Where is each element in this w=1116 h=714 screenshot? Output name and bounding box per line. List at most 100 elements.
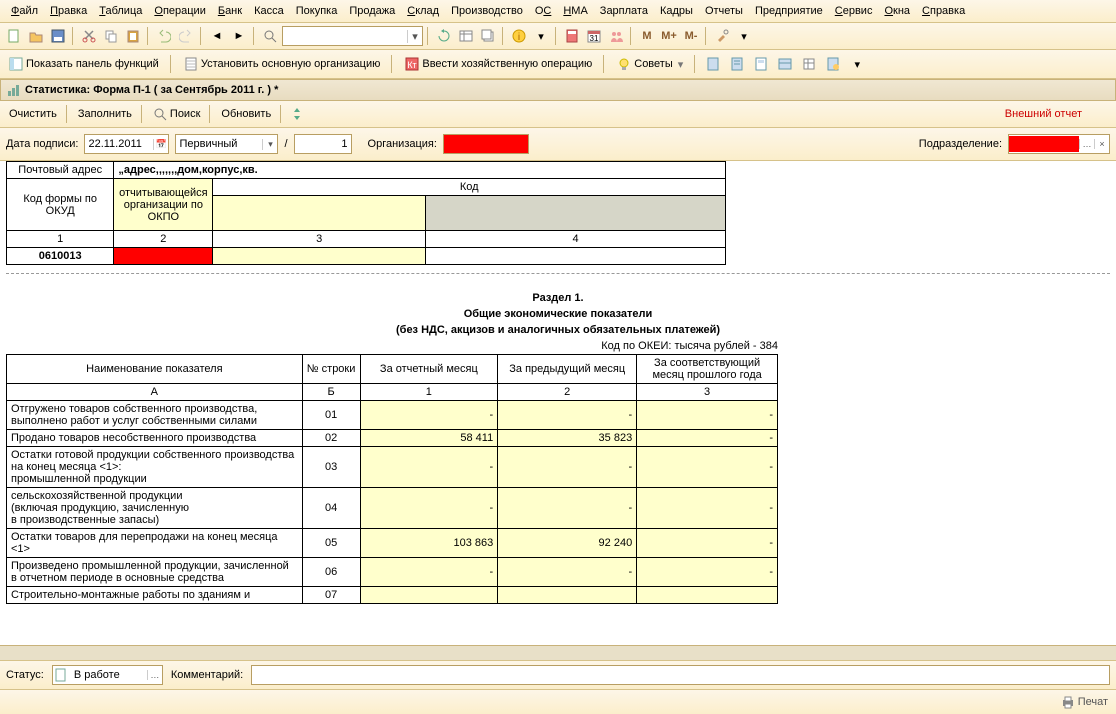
dept-field[interactable]: … × <box>1008 134 1110 154</box>
m-minus-button[interactable]: M- <box>681 26 701 46</box>
search-input[interactable] <box>283 28 407 44</box>
menu-item[interactable]: Правка <box>45 4 92 18</box>
value-cell[interactable]: 58 411 <box>360 430 498 447</box>
status-field[interactable]: … <box>52 665 163 685</box>
copy-form-icon[interactable] <box>478 26 498 46</box>
calc-icon[interactable] <box>562 26 582 46</box>
number-field[interactable] <box>294 134 352 154</box>
value-cell[interactable]: - <box>360 558 498 587</box>
value-cell[interactable]: - <box>498 447 637 488</box>
report-icon-4[interactable] <box>775 54 795 74</box>
tools-icon[interactable] <box>712 26 732 46</box>
show-functions-panel-button[interactable]: Показать панель функций <box>4 55 164 73</box>
more-icon[interactable]: … <box>147 670 162 680</box>
menu-item[interactable]: Касса <box>249 4 289 18</box>
paste-icon[interactable] <box>123 26 143 46</box>
undo-icon[interactable] <box>154 26 174 46</box>
new-doc-icon[interactable] <box>4 26 24 46</box>
chevron-down-icon[interactable]: ▾ <box>407 30 422 43</box>
org-field[interactable] <box>443 134 529 154</box>
value-cell[interactable] <box>360 587 498 604</box>
menu-item[interactable]: Таблица <box>94 4 147 18</box>
tips-button[interactable]: Советы ▾ <box>612 55 688 73</box>
value-cell[interactable]: - <box>360 488 498 529</box>
value-cell[interactable]: - <box>637 488 778 529</box>
date-field[interactable]: 📅 <box>84 134 169 154</box>
open-icon[interactable] <box>26 26 46 46</box>
code-cell-3[interactable] <box>213 196 426 231</box>
report-icon-6[interactable] <box>823 54 843 74</box>
search-button[interactable]: Поиск <box>148 105 205 123</box>
value-cell[interactable]: - <box>637 430 778 447</box>
menu-item[interactable]: Кадры <box>655 4 698 18</box>
report-icon-1[interactable] <box>703 54 723 74</box>
value-cell[interactable]: - <box>637 529 778 558</box>
value-cell-4[interactable] <box>426 248 726 265</box>
value-cell[interactable]: - <box>498 488 637 529</box>
number-input[interactable] <box>295 136 351 152</box>
menu-item[interactable]: Покупка <box>291 4 343 18</box>
more-icon[interactable]: … <box>1079 139 1094 149</box>
search-combo[interactable]: ▾ <box>282 26 423 46</box>
form-icon[interactable] <box>456 26 476 46</box>
save-icon[interactable] <box>48 26 68 46</box>
value-cell[interactable]: 92 240 <box>498 529 637 558</box>
m-button[interactable]: M <box>637 26 657 46</box>
type-field[interactable]: ▾ <box>175 134 278 154</box>
menu-item[interactable]: Банк <box>213 4 247 18</box>
menu-item[interactable]: Отчеты <box>700 4 748 18</box>
menu-item[interactable]: Зарплата <box>595 4 653 18</box>
value-cell[interactable]: - <box>637 447 778 488</box>
value-cell[interactable]: - <box>498 401 637 430</box>
report-icon-5[interactable] <box>799 54 819 74</box>
menu-item[interactable]: Окна <box>879 4 915 18</box>
refresh-button[interactable]: Обновить <box>216 107 276 121</box>
horizontal-scrollbar[interactable] <box>0 645 1116 660</box>
back-icon[interactable]: ◄ <box>207 26 227 46</box>
cut-icon[interactable] <box>79 26 99 46</box>
clear-button[interactable]: Очистить <box>4 107 62 121</box>
chevron-down-icon[interactable]: ▾ <box>678 58 684 71</box>
date-input[interactable] <box>85 136 153 152</box>
copy-icon[interactable] <box>101 26 121 46</box>
value-cell[interactable]: - <box>637 558 778 587</box>
menu-item[interactable]: Продажа <box>344 4 400 18</box>
calendar-icon[interactable]: 31 <box>584 26 604 46</box>
zoom-icon[interactable] <box>260 26 280 46</box>
value-cell-3[interactable] <box>213 248 426 265</box>
value-cell[interactable]: - <box>498 558 637 587</box>
people-icon[interactable] <box>606 26 626 46</box>
menu-item[interactable]: Файл <box>6 4 43 18</box>
menu-item[interactable]: Производство <box>446 4 528 18</box>
menu-item[interactable]: Предприятие <box>750 4 828 18</box>
comment-field[interactable] <box>251 665 1110 685</box>
value-cell[interactable] <box>637 587 778 604</box>
calendar-icon[interactable]: 📅 <box>153 139 168 150</box>
print-button[interactable]: Печат <box>1061 695 1108 709</box>
type-input[interactable] <box>176 136 262 152</box>
okpo-value-cell[interactable] <box>114 248 213 265</box>
chevron-down-icon[interactable]: ▾ <box>734 26 754 46</box>
value-cell[interactable]: - <box>360 447 498 488</box>
menu-item[interactable]: Операции <box>149 4 210 18</box>
menu-item[interactable]: Сервис <box>830 4 878 18</box>
value-cell[interactable] <box>498 587 637 604</box>
fill-button[interactable]: Заполнить <box>73 107 137 121</box>
report-icon-2[interactable] <box>727 54 747 74</box>
m-plus-button[interactable]: M+ <box>659 26 679 46</box>
set-main-org-button[interactable]: Установить основную организацию <box>179 55 386 73</box>
help-icon[interactable]: i <box>509 26 529 46</box>
menu-item[interactable]: ОС <box>530 4 557 18</box>
refresh-icon[interactable] <box>434 26 454 46</box>
value-cell[interactable]: - <box>637 401 778 430</box>
value-cell[interactable]: 35 823 <box>498 430 637 447</box>
status-input[interactable] <box>71 667 147 683</box>
code-cell-4[interactable] <box>426 196 726 231</box>
menu-item[interactable]: Склад <box>402 4 444 18</box>
chevron-down-icon[interactable]: ▾ <box>847 54 867 74</box>
enter-operation-button[interactable]: Кт Ввести хозяйственную операцию <box>400 55 597 73</box>
chevron-down-icon[interactable]: ▾ <box>262 139 277 150</box>
report-icon-3[interactable] <box>751 54 771 74</box>
value-cell[interactable]: 103 863 <box>360 529 498 558</box>
chevron-down-icon[interactable]: ▾ <box>531 26 551 46</box>
